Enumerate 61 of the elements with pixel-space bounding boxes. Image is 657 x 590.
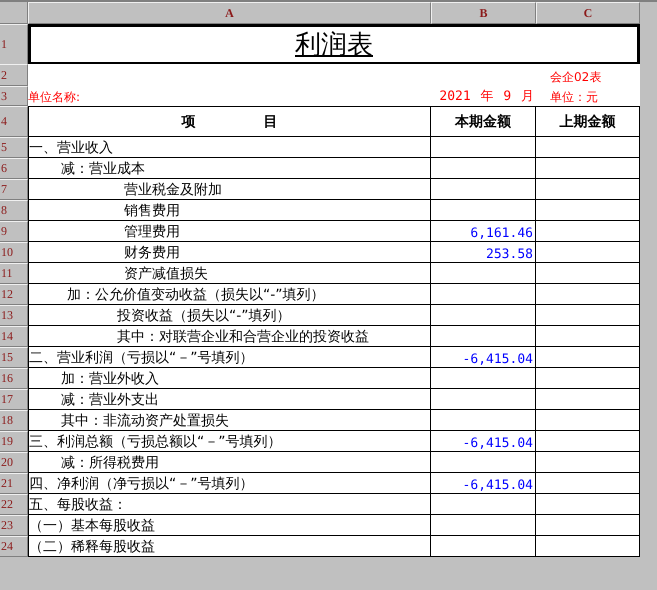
table-cell: 减：所得税费用 [28, 452, 431, 473]
row-header[interactable]: 1 [0, 24, 28, 65]
row-header[interactable]: 15 [0, 347, 28, 368]
table-cell: 二、营业利润（亏损以“－”号填列） [28, 347, 431, 368]
table-cell: 销售费用 [28, 200, 431, 221]
table-cell: -6,415.04 [431, 347, 536, 368]
row-header[interactable]: 23 [0, 515, 28, 536]
report-period: 2021 年 9 月 [431, 86, 536, 106]
sheet-title: 利润表 [295, 29, 373, 61]
table-cell: 减：营业外支出 [28, 389, 431, 410]
table-cell: 6,161.46 [431, 221, 536, 242]
row-header[interactable]: 17 [0, 389, 28, 410]
form-code: 会企02表 [536, 64, 640, 86]
row-header[interactable]: 12 [0, 284, 28, 305]
table-cell: 财务费用 [28, 242, 431, 263]
row-header[interactable]: 10 [0, 242, 28, 263]
row-header[interactable]: 7 [0, 179, 28, 200]
table-cell: 营业税金及附加 [28, 179, 431, 200]
select-all-corner[interactable] [0, 2, 28, 24]
table-cell: 减：营业成本 [28, 158, 431, 179]
column-heading: 本期金额 [431, 106, 536, 137]
table-cell: （一）基本每股收益 [28, 515, 431, 536]
row-header[interactable]: 2 [0, 64, 28, 86]
table-cell: 加：公允价值变动收益（损失以“-”填列） [28, 284, 431, 305]
table-cell: 管理费用 [28, 221, 431, 242]
table-cell: -6,415.04 [431, 431, 536, 452]
table-cell: 一、营业收入 [28, 137, 431, 158]
row-header[interactable]: 13 [0, 305, 28, 326]
row-header[interactable]: 11 [0, 263, 28, 284]
column-heading: 项 目 [28, 106, 431, 137]
column-heading: 上期金额 [536, 106, 640, 137]
table-cell: 其中：对联营企业和合营企业的投资收益 [28, 326, 431, 347]
table-cell: -6,415.04 [431, 473, 536, 494]
row-header[interactable]: 6 [0, 158, 28, 179]
row-header[interactable]: 9 [0, 221, 28, 242]
company-label: 单位名称: [28, 86, 431, 106]
row-header[interactable]: 5 [0, 137, 28, 158]
table-cell: 253.58 [431, 242, 536, 263]
row-header[interactable]: 14 [0, 326, 28, 347]
table-cell: 五、每股收益： [28, 494, 431, 515]
row-header[interactable]: 19 [0, 431, 28, 452]
column-header[interactable]: A [28, 2, 431, 24]
row-header[interactable]: 4 [0, 106, 28, 137]
table-cell: 资产减值损失 [28, 263, 431, 284]
row-header[interactable]: 20 [0, 452, 28, 473]
table-cell: 投资收益（损失以“-”填列） [28, 305, 431, 326]
row-header[interactable]: 8 [0, 200, 28, 221]
row-header[interactable]: 22 [0, 494, 28, 515]
table-cell: 加：营业外收入 [28, 368, 431, 389]
row-header[interactable]: 18 [0, 410, 28, 431]
column-header[interactable]: C [536, 2, 640, 24]
table-cell: 四、净利润（净亏损以“－”号填列） [28, 473, 431, 494]
table-cell: （二）稀释每股收益 [28, 536, 431, 557]
row-header[interactable]: 24 [0, 536, 28, 557]
row-header[interactable]: 21 [0, 473, 28, 494]
currency-unit: 单位：元 [536, 86, 640, 106]
table-cell: 三、利润总额（亏损总额以“－”号填列） [28, 431, 431, 452]
column-header[interactable]: B [431, 2, 536, 24]
row-header[interactable]: 3 [0, 86, 28, 106]
table-cell: 其中：非流动资产处置损失 [28, 410, 431, 431]
row-header[interactable]: 16 [0, 368, 28, 389]
